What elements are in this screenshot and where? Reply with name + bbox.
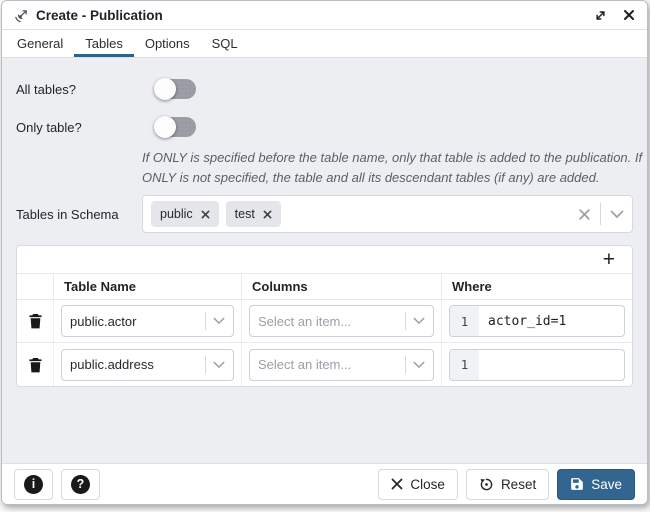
reset-button-label: Reset: [501, 477, 536, 492]
remove-chip-icon[interactable]: [201, 210, 210, 219]
footer-actions: Close Reset Save: [378, 469, 635, 500]
columns-select[interactable]: Select an item...: [249, 349, 434, 381]
columns-cell: Select an item...: [241, 300, 441, 342]
dialog-titlebar: Create - Publication: [2, 1, 647, 30]
chevron-down-icon: [413, 361, 425, 369]
schema-chip: test: [226, 201, 281, 227]
chevron-down-icon: [413, 317, 425, 325]
columns-placeholder: Select an item...: [258, 314, 398, 329]
delete-row-icon[interactable]: [17, 343, 53, 386]
schema-chip-label: test: [235, 207, 255, 221]
delete-column-header: [17, 274, 53, 299]
where-editor[interactable]: 1 actor_id=1: [449, 305, 625, 337]
publication-icon: [14, 8, 29, 23]
divider: [205, 356, 206, 374]
line-number: 1: [450, 306, 479, 336]
dialog-title: Create - Publication: [36, 8, 163, 23]
tab-options[interactable]: Options: [134, 30, 201, 57]
tab-general[interactable]: General: [6, 30, 74, 57]
resize-dialog-icon[interactable]: [594, 9, 607, 22]
where-cell: 1: [441, 343, 632, 386]
only-table-toggle[interactable]: [156, 117, 196, 137]
chevron-down-icon: [213, 361, 225, 369]
tables-grid: + Table Name Columns Where public.actor: [16, 245, 633, 387]
tab-panel-tables: All tables? Only table? If ONLY is speci…: [2, 58, 647, 463]
close-dialog-icon[interactable]: [623, 9, 635, 21]
save-icon: [570, 477, 584, 491]
help-button[interactable]: ?: [61, 469, 100, 500]
divider: [405, 356, 406, 374]
chevron-down-icon[interactable]: [610, 210, 624, 219]
remove-chip-icon[interactable]: [263, 210, 272, 219]
only-table-row: Only table?: [16, 108, 633, 146]
where-expression: [479, 350, 624, 380]
multiselect-controls: [578, 203, 624, 225]
dialog-tabs: General Tables Options SQL: [2, 30, 647, 58]
only-table-help-text: If ONLY is specified before the table na…: [142, 148, 647, 187]
column-header-where: Where: [441, 274, 632, 299]
add-row-button[interactable]: +: [603, 249, 615, 270]
tab-tables[interactable]: Tables: [74, 30, 134, 57]
chevron-down-icon: [213, 317, 225, 325]
table-name-select[interactable]: public.address: [61, 349, 234, 381]
toggle-knob: [154, 78, 176, 100]
create-publication-dialog: Create - Publication: [1, 0, 648, 505]
grid-toolbar: +: [17, 246, 632, 274]
all-tables-label: All tables?: [16, 82, 142, 97]
sql-info-button[interactable]: i: [14, 469, 53, 500]
clear-selection-icon[interactable]: [578, 208, 591, 221]
delete-row-icon[interactable]: [17, 300, 53, 342]
table-row: public.actor Select an item... 1: [17, 300, 632, 343]
schema-chip: public: [151, 201, 219, 227]
dialog-footer: i ? Close Reset Save: [2, 463, 647, 504]
info-icon: i: [24, 475, 43, 494]
window-controls: [594, 9, 635, 22]
tables-in-schema-label: Tables in Schema: [16, 207, 142, 222]
columns-cell: Select an item...: [241, 343, 441, 386]
reset-button[interactable]: Reset: [466, 469, 549, 500]
save-button-label: Save: [591, 477, 622, 492]
all-tables-row: All tables?: [16, 70, 633, 108]
tab-sql[interactable]: SQL: [201, 30, 249, 57]
close-button-label: Close: [410, 477, 445, 492]
line-number: 1: [450, 350, 479, 380]
toggle-knob: [154, 116, 176, 138]
table-name-value: public.address: [70, 357, 198, 372]
divider: [405, 312, 406, 330]
columns-placeholder: Select an item...: [258, 357, 398, 372]
column-header-columns: Columns: [241, 274, 441, 299]
where-cell: 1 actor_id=1: [441, 300, 632, 342]
close-icon: [391, 478, 403, 490]
divider: [205, 312, 206, 330]
where-editor[interactable]: 1: [449, 349, 625, 381]
table-row: public.address Select an item... 1: [17, 343, 632, 386]
close-button[interactable]: Close: [378, 469, 458, 500]
schema-chip-label: public: [160, 207, 193, 221]
table-name-cell: public.address: [53, 343, 241, 386]
table-name-cell: public.actor: [53, 300, 241, 342]
all-tables-toggle[interactable]: [156, 79, 196, 99]
save-button[interactable]: Save: [557, 469, 635, 500]
where-expression: actor_id=1: [479, 306, 624, 336]
reset-icon: [479, 477, 494, 492]
columns-select[interactable]: Select an item...: [249, 305, 434, 337]
tables-in-schema-multiselect[interactable]: public test: [142, 195, 633, 233]
column-header-table-name: Table Name: [53, 274, 241, 299]
grid-header: Table Name Columns Where: [17, 274, 632, 300]
only-table-label: Only table?: [16, 120, 142, 135]
divider: [600, 203, 601, 225]
table-name-select[interactable]: public.actor: [61, 305, 234, 337]
tables-in-schema-row: Tables in Schema public test: [16, 195, 633, 233]
table-name-value: public.actor: [70, 314, 198, 329]
help-icon: ?: [71, 475, 90, 494]
